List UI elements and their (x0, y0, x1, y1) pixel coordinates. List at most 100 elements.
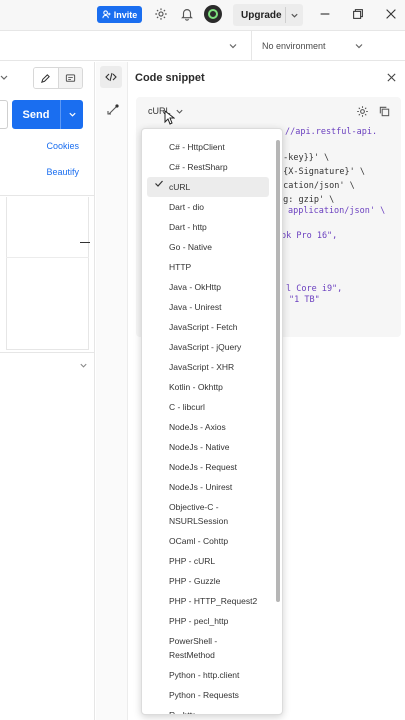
language-option[interactable]: Objective-C - NSURLSession (147, 497, 269, 531)
related-collections-icon[interactable] (106, 103, 120, 117)
beautify-link[interactable]: Beautify (46, 167, 79, 177)
url-input[interactable] (0, 100, 8, 129)
bell-icon[interactable] (180, 7, 194, 21)
panel-title: Code snippet (135, 72, 205, 84)
language-option[interactable]: PHP - Guzzle (147, 571, 269, 591)
avatar[interactable] (204, 5, 222, 23)
language-option-label: PHP - HTTP_Request2 (169, 596, 258, 606)
code-line: [{X-Signature}' \ (278, 167, 365, 177)
code-line: l Core i9", (286, 284, 343, 294)
gear-icon[interactable] (154, 7, 168, 21)
minimize-icon[interactable] (318, 7, 332, 21)
language-option[interactable]: Dart - http (147, 217, 269, 237)
language-option[interactable]: Java - OkHttp (147, 277, 269, 297)
check-icon (155, 180, 163, 187)
language-option-label: cURL (169, 182, 191, 192)
restore-icon[interactable] (351, 7, 365, 21)
language-option[interactable]: Python - http.client (147, 665, 269, 685)
close-icon[interactable] (386, 72, 397, 83)
language-option-label: HTTP (169, 262, 192, 272)
environment-bar: No environment (0, 31, 405, 61)
language-option[interactable]: PowerShell - RestMethod (147, 631, 269, 665)
add-person-icon (102, 10, 111, 19)
language-option-label: Python - http.client (169, 670, 240, 680)
language-option-label: Java - Unirest (169, 302, 222, 312)
language-option-label: NodeJs - Request (169, 462, 238, 472)
code-line: application/json' \ (288, 206, 386, 216)
language-option[interactable]: JavaScript - XHR (147, 357, 269, 377)
language-option[interactable]: C# - HttpClient (147, 137, 269, 157)
mouse-cursor-icon (164, 110, 175, 125)
title-bar: Invite Upgrade (0, 0, 405, 31)
code-line: ng: gzip' \ (278, 195, 335, 205)
language-option[interactable]: JavaScript - jQuery (147, 337, 269, 357)
language-option-label: JavaScript - XHR (169, 362, 235, 372)
chevron-down-icon[interactable] (228, 41, 238, 51)
language-option-label: PHP - pecl_http (169, 616, 229, 626)
language-option[interactable]: Dart - dio (147, 197, 269, 217)
send-button[interactable]: Send (12, 100, 83, 129)
invite-button[interactable]: Invite (97, 6, 142, 23)
chevron-down-icon[interactable] (79, 361, 88, 370)
right-sidebar (96, 62, 128, 720)
language-option-label: JavaScript - Fetch (169, 322, 238, 332)
language-option[interactable]: HTTP (147, 257, 269, 277)
language-option-label: PHP - Guzzle (169, 576, 221, 586)
language-option[interactable]: C# - RestSharp (147, 157, 269, 177)
language-option[interactable]: R - httr (147, 705, 269, 715)
code-line: i-key}}' \ (278, 153, 330, 163)
gear-icon[interactable] (356, 105, 369, 118)
language-option-label: JavaScript - jQuery (169, 342, 242, 352)
dropdown-scrollbar[interactable] (276, 140, 280, 602)
language-option[interactable]: C - libcurl (147, 397, 269, 417)
language-dropdown: C# - HttpClient C# - RestSharp cURL Dart - … (141, 128, 283, 715)
request-pane: Send Cookies Beautify (0, 62, 95, 720)
chevron-down-icon (355, 44, 363, 49)
chevron-down-icon (68, 112, 76, 117)
close-window-icon[interactable] (384, 7, 398, 21)
cookies-link[interactable]: Cookies (46, 141, 79, 151)
pencil-icon (41, 73, 51, 83)
language-option-label: PHP - cURL (169, 556, 216, 566)
language-option-label: R - httr (169, 710, 195, 715)
view-mode-toggle (33, 67, 83, 89)
language-option-label: NodeJs - Unirest (169, 482, 233, 492)
language-option[interactable]: NodeJs - Axios (147, 417, 269, 437)
language-option[interactable]: OCaml - Cohttp (147, 531, 269, 551)
environment-select[interactable]: No environment (251, 31, 405, 61)
code-snippet-header: Code snippet (100, 66, 405, 90)
language-option[interactable]: JavaScript - Fetch (147, 317, 269, 337)
language-option[interactable]: Kotlin - Okhttp (147, 377, 269, 397)
language-option-label: Dart - http (169, 222, 207, 232)
code-line: "1 TB" (289, 295, 320, 305)
comments-button[interactable] (58, 68, 82, 88)
language-option-label: Go - Native (169, 242, 212, 252)
language-option[interactable]: Go - Native (147, 237, 269, 257)
comment-icon (65, 73, 75, 82)
language-option[interactable]: NodeJs - Native (147, 437, 269, 457)
language-option[interactable]: NodeJs - Unirest (147, 477, 269, 497)
upgrade-button[interactable]: Upgrade (233, 4, 303, 26)
code-line: ication/json' \ (278, 181, 355, 191)
language-option[interactable]: PHP - cURL (147, 551, 269, 571)
body-editor[interactable] (6, 197, 89, 350)
copy-icon[interactable] (378, 105, 391, 118)
language-option-label: NodeJs - Native (169, 442, 230, 452)
language-option[interactable]: cURL (147, 177, 269, 197)
language-option[interactable]: Python - Requests (147, 685, 269, 705)
chevron-down-icon (175, 109, 183, 114)
language-option[interactable]: PHP - pecl_http (147, 611, 269, 631)
language-option-label: Dart - dio (169, 202, 204, 212)
language-option[interactable]: NodeJs - Request (147, 457, 269, 477)
language-option[interactable]: Java - Unirest (147, 297, 269, 317)
send-label: Send (22, 108, 50, 121)
edit-mode-button[interactable] (34, 68, 59, 88)
language-option-label: PowerShell - RestMethod (169, 636, 218, 660)
divider (0, 195, 95, 196)
text-cursor (80, 242, 90, 243)
chevron-down-icon[interactable] (0, 72, 10, 84)
language-option-label: NodeJs - Axios (169, 422, 226, 432)
divider (6, 257, 89, 258)
language-option[interactable]: PHP - HTTP_Request2 (147, 591, 269, 611)
language-option-label: Python - Requests (169, 690, 239, 700)
